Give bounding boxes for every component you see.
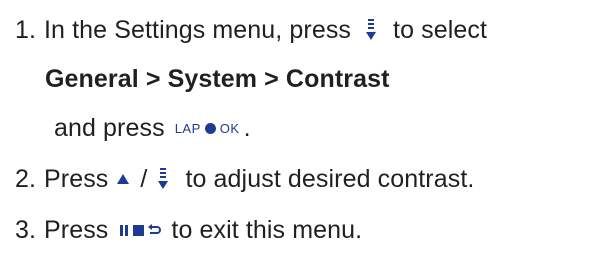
pause-icon [120,224,129,236]
pause-stop-back-icon [120,223,163,237]
menu-down-icon [363,18,379,42]
step-1-line-1: 1. In the Settings menu, press to select [0,8,487,52]
lap-ok-button-icon: LAP OK [175,121,240,136]
step-text: to exit this menu. [171,215,363,244]
up-arrow-icon [116,172,130,186]
step-text: Press [44,215,109,244]
separator: / [140,164,148,193]
step-number: 3. [14,215,36,244]
step-text: In the Settings menu, press [44,15,352,44]
stop-icon [133,224,145,236]
ok-label: OK [219,120,240,136]
lap-label: LAP [174,120,201,136]
step-text: to adjust desired contrast. [185,164,475,193]
step-text: . [243,113,251,142]
step-text: Press [44,164,109,193]
step-text: and press [54,113,165,142]
step-number: 2. [14,164,36,193]
step-1-line-3: and press LAP OK . [54,106,251,150]
step-number: 1. [14,15,36,44]
menu-down-icon [155,167,171,191]
menu-path: General > System > Contrast [45,57,390,101]
step-text: to select [393,15,488,44]
step-2: 2. Press / to adjust desired contrast. [0,157,474,201]
button-dot-icon [204,122,216,134]
menu-path-text: General > System > Contrast [45,64,390,93]
step-3: 3. Press to exit this menu. [0,208,362,252]
back-icon [148,224,162,234]
